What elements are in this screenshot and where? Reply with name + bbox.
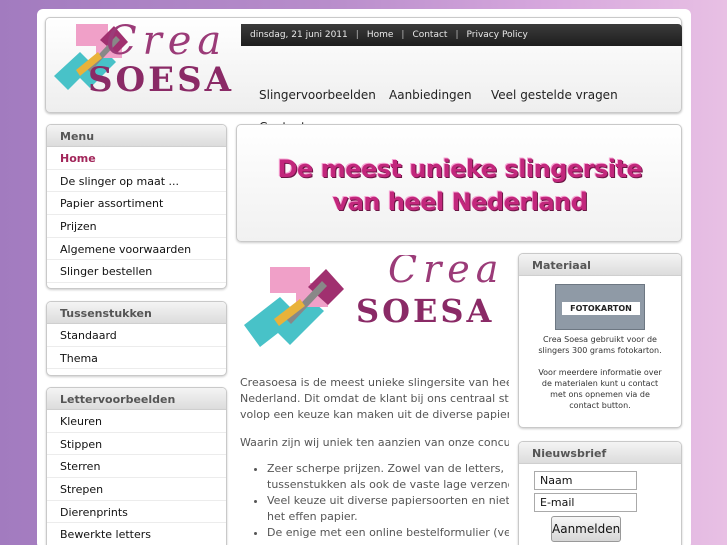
sidebar-item-sterren[interactable]: Sterren: [47, 455, 226, 479]
sidebar-menu-title: Menu: [47, 125, 226, 147]
sidebar-item-strepen[interactable]: Strepen: [47, 478, 226, 501]
bullet2-line-2: het effen papier.: [267, 510, 358, 523]
sidebar-item-dierenprints[interactable]: Dierenprints: [47, 501, 226, 524]
unique-paragraph: Waarin zijn wij uniek ten aanzien van on…: [240, 436, 509, 449]
sidebar-item-slinger-op-maat[interactable]: De slinger op maat ...: [47, 170, 226, 193]
materiaal-line-3: Voor meerdere informatie over: [538, 368, 662, 377]
materiaal-line-1: Crea Soesa gebruikt voor de: [543, 335, 657, 344]
materiaal-line-5: met ons opnemen via de: [550, 390, 650, 399]
sidebar-item-slinger-bestellen[interactable]: Slinger bestellen: [47, 260, 226, 284]
sidebar-item-thema[interactable]: Thema: [47, 347, 226, 370]
logo-text-bottom: SOESA: [88, 60, 235, 100]
sidebar-tussenstukken: Tussenstukken Standaard Thema: [46, 301, 227, 376]
separator: |: [355, 30, 359, 40]
current-date: dinsdag, 21 juni 2011: [250, 30, 348, 40]
subscribe-button[interactable]: Aanmelden: [551, 516, 621, 542]
main-content: Crea SOESA Creasoesa is de meest unieke …: [240, 255, 509, 545]
puzzle-logo-icon: [244, 267, 344, 347]
sidebar-item-kleuren[interactable]: Kleuren: [47, 410, 226, 433]
name-field[interactable]: Naam: [534, 471, 637, 490]
nav-item-aanbiedingen[interactable]: Aanbiedingen: [389, 88, 472, 102]
sidebar-lettervoorbeelden: Lettervoorbeelden Kleuren Stippen Sterre…: [46, 387, 227, 545]
separator: |: [455, 30, 459, 40]
hero-banner: De meest unieke slingersite van heel Ned…: [236, 124, 682, 242]
list-item: Zeer scherpe prijzen. Zowel van de lette…: [267, 461, 509, 493]
content-logo-bottom: SOESA: [356, 292, 495, 330]
materiaal-title: Materiaal: [519, 254, 681, 276]
materiaal-text: Crea Soesa gebruikt voor de slingers 300…: [519, 330, 681, 415]
list-item: De enige met een online bestelformulier …: [267, 525, 509, 541]
sidebar-tussenstukken-title: Tussenstukken: [47, 302, 226, 324]
sidebar-item-standaard[interactable]: Standaard: [47, 324, 226, 347]
intro-line-1: Creasoesa is de meest unieke slingersite…: [240, 376, 509, 389]
nav-item-veel-gestelde-vragen[interactable]: Veel gestelde vragen: [491, 88, 618, 102]
intro-paragraph: Creasoesa is de meest unieke slingersite…: [240, 375, 509, 423]
bullet3-line-1: De enige met een online bestelformulier …: [267, 526, 509, 539]
top-link-privacy-policy[interactable]: Privacy Policy: [467, 30, 528, 40]
materiaal-line-6: contact button.: [569, 401, 631, 410]
list-item: Veel keuze uit diverse papiersoorten en …: [267, 493, 509, 525]
intro-line-2: Nederland. Dit omdat de klant bij ons ce…: [240, 392, 509, 405]
sidebar-item-stippen[interactable]: Stippen: [47, 433, 226, 456]
sidebar-item-bewerkte-letters[interactable]: Bewerkte letters: [47, 523, 226, 545]
fotokarton-label: FOTOKARTON: [562, 302, 640, 315]
sidebar-item-prijzen[interactable]: Prijzen: [47, 215, 226, 238]
nieuwsbrief-title: Nieuwsbrief: [519, 442, 681, 464]
sidebar-item-algemene-voorwaarden[interactable]: Algemene voorwaarden: [47, 238, 226, 261]
nav-item-slingervoorbeelden[interactable]: Slingervoorbeelden: [259, 88, 376, 102]
materiaal-box: Materiaal FOTOKARTON Crea Soesa gebruikt…: [518, 253, 682, 428]
top-link-home[interactable]: Home: [367, 30, 394, 40]
separator: |: [401, 30, 405, 40]
content-logo: Crea SOESA: [240, 255, 509, 355]
banner-line-1: De meest unieke slingersite: [277, 155, 643, 183]
bullet1-line-1: Zeer scherpe prijzen. Zowel van de lette…: [267, 462, 505, 475]
banner-line-2: van heel Nederland: [332, 188, 588, 216]
bullet2-line-1: Veel keuze uit diverse papiersoorten en …: [267, 494, 509, 507]
logo-text-top: Crea: [106, 18, 228, 64]
sidebar-menu: Menu Home De slinger op maat ... Papier …: [46, 124, 227, 289]
sidebar-lettervoorbeelden-title: Lettervoorbeelden: [47, 388, 226, 410]
content-logo-top: Crea: [388, 255, 505, 291]
fotokarton-product-image: FOTOKARTON: [555, 284, 645, 330]
materiaal-line-2: slingers 300 grams fotokarton.: [538, 346, 662, 355]
sidebar-item-home[interactable]: Home: [47, 147, 226, 170]
intro-line-3: volop een keuze kan maken uit de diverse…: [240, 408, 509, 421]
materiaal-line-4: de materialen kunt u contact: [541, 379, 659, 388]
bullet1-line-2: tussenstukken als ook de vaste lage verz…: [267, 478, 509, 491]
top-link-contact[interactable]: Contact: [412, 30, 447, 40]
top-bar: dinsdag, 21 juni 2011 | Home | Contact |…: [241, 24, 682, 46]
sidebar-item-papier-assortiment[interactable]: Papier assortiment: [47, 192, 226, 216]
email-field[interactable]: E-mail: [534, 493, 637, 512]
feature-list: Zeer scherpe prijzen. Zowel van de lette…: [240, 461, 509, 541]
site-logo[interactable]: Crea SOESA: [46, 18, 242, 100]
